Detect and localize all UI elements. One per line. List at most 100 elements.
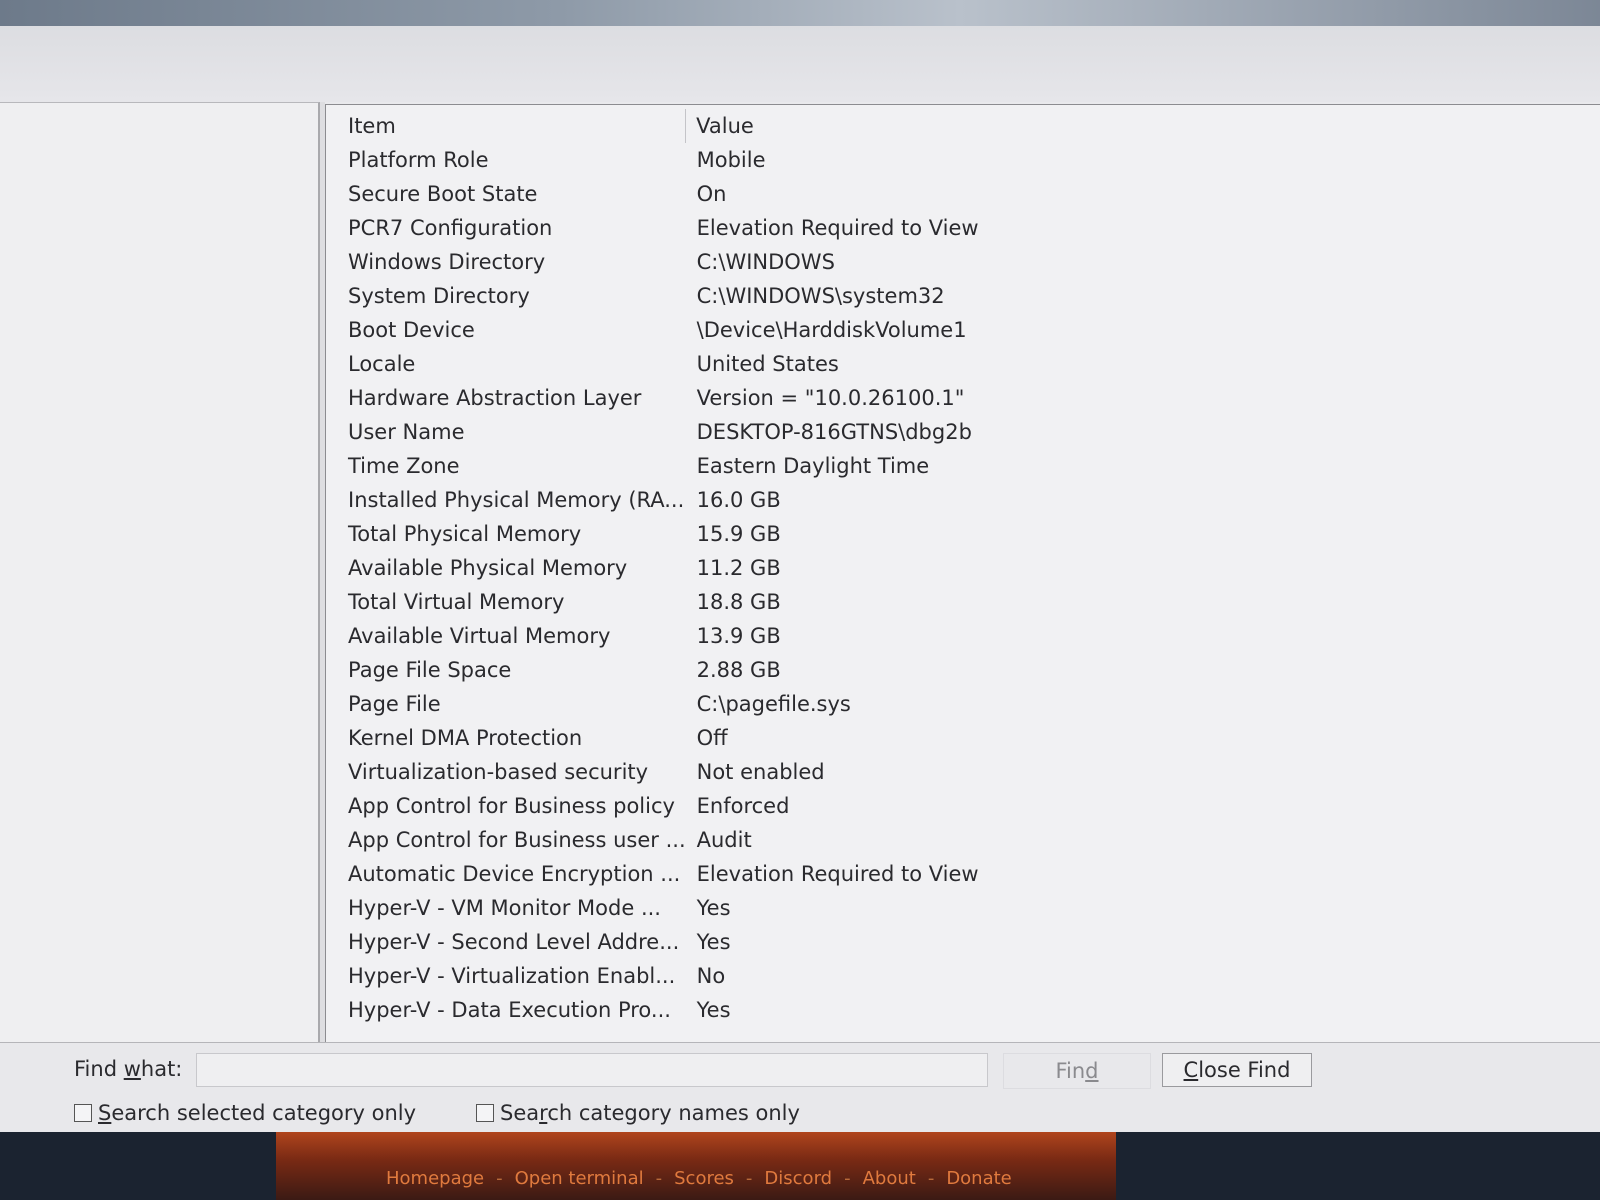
footer-link-open-terminal[interactable]: Open terminal [515, 1168, 644, 1189]
row-item-cell: Hyper-V - Data Execution Pro... [348, 998, 671, 1022]
table-row[interactable]: Hyper-V - VM Monitor Mode ... Yes [336, 891, 979, 925]
row-item-cell: Page File Space [348, 658, 512, 682]
table-row[interactable]: App Control for Business policy Enforced [336, 789, 979, 823]
row-value-cell: 11.2 GB [696, 556, 781, 580]
table-row[interactable]: Available Virtual Memory 13.9 GB [336, 619, 979, 653]
window-menu-area [0, 26, 1600, 102]
table-row[interactable]: User Name DESKTOP-816GTNS\dbg2b [336, 415, 979, 449]
row-value-cell: Version = "10.0.26100.1" [696, 386, 965, 410]
search-category-names-checkbox[interactable] [476, 1104, 494, 1122]
footer-link-homepage[interactable]: Homepage [386, 1168, 484, 1189]
table-row[interactable]: Virtualization-based security Not enabled [336, 755, 979, 789]
row-value-cell: Yes [696, 930, 731, 954]
row-item-cell: Secure Boot State [348, 182, 538, 206]
column-header-value[interactable]: Value [685, 109, 979, 143]
table-row[interactable]: Total Physical Memory 15.9 GB [336, 517, 979, 551]
table-row[interactable]: System Directory C:\WINDOWS\system32 [336, 279, 979, 313]
table-header-row: Item Value [336, 109, 979, 143]
row-item-cell: Boot Device [348, 318, 475, 342]
table-row[interactable]: Hyper-V - Virtualization Enabl... No [336, 959, 979, 993]
table-row[interactable]: App Control for Business user ... Audit [336, 823, 979, 857]
row-value-cell: 13.9 GB [696, 624, 781, 648]
search-selected-category-option[interactable]: Search selected category only [74, 1101, 416, 1125]
table-row[interactable]: Boot Device \Device\HarddiskVolume1 [336, 313, 979, 347]
table-row[interactable]: Kernel DMA Protection Off [336, 721, 979, 755]
footer-background-art [276, 1132, 1116, 1200]
row-value-cell: C:\WINDOWS [696, 250, 835, 274]
row-value-cell: 18.8 GB [696, 590, 781, 614]
row-value-cell: Yes [696, 998, 731, 1022]
row-item-cell: Hyper-V - VM Monitor Mode ... [348, 896, 661, 920]
row-value-cell: No [696, 964, 726, 988]
category-tree-pane[interactable] [0, 102, 320, 1042]
search-selected-category-label[interactable]: Search selected category only [98, 1101, 416, 1125]
details-pane[interactable]: Item Value Platform Role Mobile Secure Boo… [325, 104, 1600, 1042]
table-row[interactable]: Total Virtual Memory 18.8 GB [336, 585, 979, 619]
desktop-wallpaper-strip [0, 0, 1600, 26]
footer-link-scores[interactable]: Scores [674, 1168, 734, 1189]
row-value-cell: 2.88 GB [696, 658, 781, 682]
row-item-cell: System Directory [348, 284, 530, 308]
row-value-cell: DESKTOP-816GTNS\dbg2b [696, 420, 972, 444]
row-value-cell: United States [696, 352, 839, 376]
row-value-cell: Eastern Daylight Time [696, 454, 930, 478]
footer-separator: - [927, 1168, 935, 1189]
row-value-cell: C:\pagefile.sys [696, 692, 851, 716]
row-value-cell: Enforced [696, 794, 790, 818]
find-what-label: Find what: [74, 1057, 183, 1081]
row-value-cell: Audit [696, 828, 752, 852]
row-item-cell: PCR7 Configuration [348, 216, 553, 240]
footer-link-donate[interactable]: Donate [946, 1168, 1011, 1189]
row-value-cell: Mobile [696, 148, 766, 172]
table-row[interactable]: Automatic Device Encryption ... Elevation… [336, 857, 979, 891]
row-item-cell: Virtualization-based security [348, 760, 649, 784]
table-row[interactable]: Locale United States [336, 347, 979, 381]
row-item-cell: Page File [348, 692, 441, 716]
table-row[interactable]: Available Physical Memory 11.2 GB [336, 551, 979, 585]
row-item-cell: Installed Physical Memory (RA... [348, 488, 685, 512]
table-row[interactable]: Windows Directory C:\WINDOWS [336, 245, 979, 279]
table-row[interactable]: Time Zone Eastern Daylight Time [336, 449, 979, 483]
row-value-cell: 15.9 GB [696, 522, 781, 546]
table-row[interactable]: PCR7 Configuration Elevation Required to … [336, 211, 979, 245]
row-item-cell: Platform Role [348, 148, 489, 172]
search-category-names-label[interactable]: Search category names only [500, 1101, 800, 1125]
row-item-cell: App Control for Business user ... [348, 828, 686, 852]
table-row[interactable]: Page File Space 2.88 GB [336, 653, 979, 687]
row-value-cell: Elevation Required to View [696, 216, 979, 240]
row-value-cell: \Device\HarddiskVolume1 [696, 318, 967, 342]
system-info-table: Item Value Platform Role Mobile Secure Boo… [336, 109, 979, 1027]
footer-separator: - [844, 1168, 851, 1189]
search-selected-category-checkbox[interactable] [74, 1104, 92, 1122]
find-what-input[interactable] [196, 1053, 988, 1087]
row-item-cell: Available Virtual Memory [348, 624, 611, 648]
table-row[interactable]: Hyper-V - Second Level Addre... Yes [336, 925, 979, 959]
footer-link-about[interactable]: About [863, 1168, 916, 1189]
row-item-cell: Windows Directory [348, 250, 546, 274]
table-row[interactable]: Page File C:\pagefile.sys [336, 687, 979, 721]
row-item-cell: Hyper-V - Second Level Addre... [348, 930, 680, 954]
table-row[interactable]: Hardware Abstraction Layer Version = "10.… [336, 381, 979, 415]
column-header-item[interactable]: Item [336, 109, 686, 143]
row-item-cell: Hyper-V - Virtualization Enabl... [348, 964, 676, 988]
row-item-cell: Locale [348, 352, 416, 376]
row-item-cell: User Name [348, 420, 465, 444]
page-footer: Homepage - Open terminal - Scores - Discord - Ab… [0, 1132, 1600, 1200]
table-row[interactable]: Platform Role Mobile [336, 143, 979, 177]
find-bar: Find what: Fin d Close Find Search select… [0, 1042, 1600, 1133]
table-row[interactable]: Secure Boot State On [336, 177, 979, 211]
find-button[interactable]: Fin d [1003, 1053, 1151, 1089]
row-item-cell: Hardware Abstraction Layer [348, 386, 642, 410]
row-item-cell: Total Physical Memory [348, 522, 582, 546]
table-row[interactable]: Hyper-V - Data Execution Pro... Yes [336, 993, 979, 1027]
footer-link-discord[interactable]: Discord [764, 1168, 832, 1189]
table-row[interactable]: Installed Physical Memory (RA... 16.0 GB [336, 483, 979, 517]
row-value-cell: Elevation Required to View [696, 862, 979, 886]
close-find-button[interactable]: Close Find [1162, 1053, 1312, 1087]
row-value-cell: C:\WINDOWS\system32 [696, 284, 945, 308]
row-value-cell: Not enabled [696, 760, 825, 784]
search-category-names-option[interactable]: Search category names only [476, 1101, 800, 1125]
footer-separator: - [496, 1168, 503, 1189]
footer-separator: - [745, 1168, 753, 1189]
row-value-cell: 16.0 GB [696, 488, 781, 512]
